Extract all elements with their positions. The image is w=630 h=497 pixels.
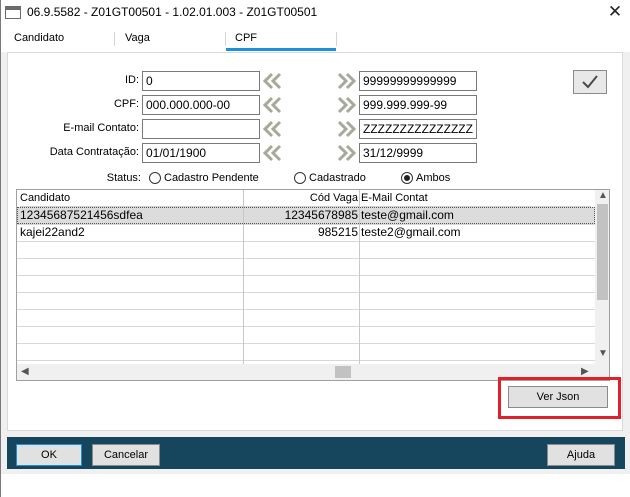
close-button[interactable]: ✕ [599,0,630,26]
scroll-down-icon[interactable]: ▼ [598,348,608,359]
cell-email[interactable]: teste2@gmail.com [361,224,461,241]
results-grid: Candidato Cód Vaga E-Mail Contat 1234568… [16,189,610,381]
scroll-right-icon[interactable]: ▶ [581,366,589,377]
status-option-label: Cadastrado [309,172,366,184]
double-chevron-left-icon[interactable] [262,144,282,162]
column-header-email[interactable]: E-Mail Contat [361,190,591,207]
grid-row-divider [17,309,595,310]
grid-row-divider [17,258,595,259]
grid-row-divider [17,326,595,327]
vertical-scrollbar[interactable]: ▲ ▼ [595,190,609,364]
tab-candidato[interactable]: Candidato [14,32,64,44]
email-from-input[interactable] [142,119,260,139]
column-header-cod-vaga[interactable]: Cód Vaga [244,190,360,207]
column-header-candidato[interactable]: Candidato [20,190,245,207]
cpf-from-input[interactable]: 000.000.000-00 [142,95,260,115]
scroll-up-icon[interactable]: ▲ [598,190,608,201]
status-radio-ambos[interactable] [401,172,413,184]
tab-bar: Candidato Vaga CPF [1,26,630,52]
double-chevron-left-icon[interactable] [262,120,282,138]
id-to-input[interactable]: 99999999999999 [359,71,477,91]
data-from-input[interactable]: 01/01/1900 [142,143,260,163]
double-chevron-right-icon[interactable] [337,144,357,162]
id-label: ID: [124,74,139,86]
cancelar-button[interactable]: Cancelar [92,444,160,466]
scroll-left-icon[interactable]: ◀ [21,366,29,377]
double-chevron-left-icon[interactable] [262,96,282,114]
id-from-input[interactable]: 0 [142,71,260,91]
email-to-input[interactable]: ZZZZZZZZZZZZZZZ [359,119,477,139]
data-to-input[interactable]: 31/12/9999 [359,143,477,163]
confirm-button[interactable] [573,70,607,94]
grid-row-divider [17,292,595,293]
vertical-scroll-thumb[interactable] [597,204,608,300]
cell-cod-vaga[interactable]: 12345678985 [244,207,358,224]
window-title: 06.9.5582 - Z01GT00501 - 1.02.01.003 - Z… [27,5,318,19]
double-chevron-right-icon[interactable] [337,72,357,90]
tab-divider [225,32,226,46]
cell-candidato[interactable]: kajei22and2 [20,224,85,241]
email-label: E-mail Contato: [63,122,139,134]
checkmark-icon [582,75,598,89]
grid-column-divider [243,190,244,364]
double-chevron-left-icon[interactable] [262,72,282,90]
active-tab-indicator [226,48,336,51]
status-option-label: Ambos [416,172,451,184]
title-bar: 06.9.5582 - Z01GT00501 - 1.02.01.003 - Z… [1,0,630,26]
data-contratacao-label: Data Contratação: [49,146,139,158]
ok-button[interactable]: OK [16,444,82,466]
dialog-window: 06.9.5582 - Z01GT00501 - 1.02.01.003 - Z… [0,0,630,497]
horizontal-scroll-thumb[interactable] [335,366,351,378]
grid-row-divider [17,241,595,242]
cell-candidato[interactable]: 12345687521456sdfea [20,207,143,224]
status-option-label: Cadastro Pendente [164,172,259,184]
grid-row-divider [17,275,595,276]
cell-email[interactable]: teste@gmail.com [361,207,454,224]
cell-cod-vaga[interactable]: 985215 [244,224,358,241]
grid-column-divider [359,190,360,364]
tab-divider [114,32,115,46]
status-label: Status: [106,172,141,184]
cpf-label: CPF: [113,98,139,110]
status-radio-cadastrado[interactable] [294,172,306,184]
double-chevron-right-icon[interactable] [337,96,357,114]
grid-row-divider [17,360,595,361]
cpf-to-input[interactable]: 999.999.999-99 [359,95,477,115]
annotation-highlight-box [498,377,621,419]
ajuda-button[interactable]: Ajuda [547,444,615,466]
double-chevron-right-icon[interactable] [337,120,357,138]
grid-row-divider [17,343,595,344]
status-radio-cadastro-pendente[interactable] [149,172,161,184]
app-window-icon [5,6,21,19]
window-footer [1,474,630,497]
tab-vaga[interactable]: Vaga [125,32,150,44]
tab-cpf[interactable]: CPF [235,32,257,44]
tab-divider [336,32,337,46]
